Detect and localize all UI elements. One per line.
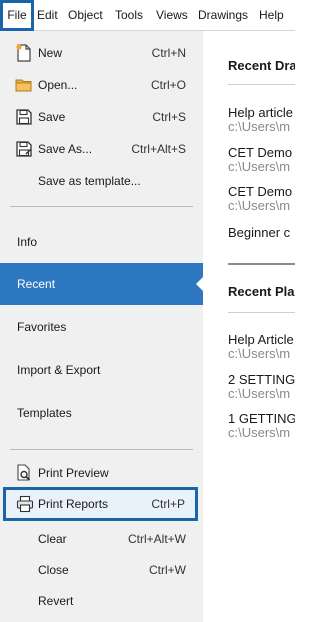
entry-title: Beginner c <box>228 225 291 240</box>
nav-templates[interactable]: Templates <box>0 392 203 434</box>
nav-recent[interactable]: Recent <box>0 263 204 305</box>
save-label: Save <box>38 110 66 124</box>
nav-import-export[interactable]: Import & Export <box>0 349 203 391</box>
open-shortcut: Ctrl+O <box>150 78 186 92</box>
entry-path: c:\Users\m <box>228 198 291 213</box>
save-as-label: Save As... <box>38 142 93 156</box>
clear-label: Clear <box>38 532 67 546</box>
entry-title: Help Article <box>228 332 294 347</box>
save-as-item[interactable]: Save As... Ctrl+Alt+S <box>0 134 203 164</box>
menu-help[interactable]: Help <box>259 8 284 22</box>
open-label: Open... <box>38 78 78 92</box>
header-divider <box>228 312 295 313</box>
save-as-template-label: Save as template... <box>38 174 141 188</box>
new-label: New <box>38 46 63 60</box>
save-icon <box>15 108 33 126</box>
new-shortcut: Ctrl+N <box>151 46 186 60</box>
print-preview-item[interactable]: Print Preview <box>0 458 203 488</box>
entry-title: 2 SETTING <box>228 372 295 387</box>
printer-icon <box>16 495 34 513</box>
revert-item[interactable]: Revert <box>0 586 203 616</box>
entry-title: 1 GETTING <box>228 411 295 426</box>
nav-recent-label: Recent <box>17 277 56 291</box>
entry-path: c:\Users\m <box>228 159 291 174</box>
section-divider <box>228 263 295 265</box>
save-item[interactable]: Save Ctrl+S <box>0 102 203 132</box>
print-reports-shortcut: Ctrl+P <box>151 497 185 511</box>
menu-edit[interactable]: Edit <box>37 8 58 22</box>
close-shortcut: Ctrl+W <box>149 563 186 577</box>
clear-item[interactable]: Clear Ctrl+Alt+W <box>0 524 203 554</box>
close-label: Close <box>38 563 69 577</box>
menu-object[interactable]: Object <box>68 8 103 22</box>
header-divider <box>228 84 295 85</box>
entry-path: c:\Users\m <box>228 346 291 361</box>
new-file-icon <box>15 44 33 62</box>
save-as-shortcut: Ctrl+Alt+S <box>131 142 186 156</box>
nav-import-export-label: Import & Export <box>17 363 101 377</box>
new-item[interactable]: New Ctrl+N <box>0 38 203 68</box>
separator <box>10 206 193 207</box>
recent-drawing-entry[interactable]: Help article c:\Users\m <box>228 105 295 134</box>
menu-tools[interactable]: Tools <box>115 8 143 22</box>
print-reports-item[interactable]: Print Reports Ctrl+P <box>3 487 198 521</box>
recent-place-entry[interactable]: Help Article c:\Users\m <box>228 332 295 361</box>
nav-templates-label: Templates <box>17 406 72 420</box>
nav-favorites-label: Favorites <box>17 320 67 334</box>
recent-place-entry[interactable]: 2 SETTING c:\Users\m <box>228 372 295 401</box>
save-shortcut: Ctrl+S <box>152 110 186 124</box>
recent-drawing-entry[interactable]: Beginner c <box>228 225 295 240</box>
separator <box>10 449 193 450</box>
entry-path: c:\Users\m <box>228 425 291 440</box>
nav-info[interactable]: Info <box>0 221 203 263</box>
menu-drawings[interactable]: Drawings <box>198 8 248 22</box>
entry-title: CET Demo <box>228 184 293 199</box>
print-reports-label: Print Reports <box>38 497 109 511</box>
save-as-icon <box>15 140 33 158</box>
folder-icon <box>15 76 33 94</box>
entry-path: c:\Users\m <box>228 386 291 401</box>
entry-path: c:\Users\m <box>228 119 291 134</box>
clear-shortcut: Ctrl+Alt+W <box>127 532 186 546</box>
recent-place-entry[interactable]: 1 GETTING c:\Users\m <box>228 411 295 440</box>
entry-title: CET Demo <box>228 145 293 160</box>
close-item[interactable]: Close Ctrl+W <box>0 555 203 585</box>
revert-label: Revert <box>38 594 74 608</box>
recent-drawing-entry[interactable]: CET Demo c:\Users\m <box>228 184 295 213</box>
recent-drawings-header: Recent Dra <box>228 58 295 73</box>
menubar: File Edit Object Tools Views Drawings He… <box>0 0 295 31</box>
print-preview-label: Print Preview <box>38 466 109 480</box>
nav-favorites[interactable]: Favorites <box>0 306 203 348</box>
menu-file[interactable]: File <box>0 0 34 31</box>
open-item[interactable]: Open... Ctrl+O <box>0 70 203 100</box>
recent-content: Recent Dra Help article c:\Users\m CET D… <box>203 31 295 622</box>
menu-views[interactable]: Views <box>156 8 188 22</box>
nav-info-label: Info <box>17 235 38 249</box>
entry-title: Help article <box>228 105 294 120</box>
recent-drawing-entry[interactable]: CET Demo c:\Users\m <box>228 145 295 174</box>
recent-places-header: Recent Pla <box>228 284 295 299</box>
save-as-template-item[interactable]: Save as template... <box>0 166 203 196</box>
print-preview-icon <box>15 464 33 482</box>
